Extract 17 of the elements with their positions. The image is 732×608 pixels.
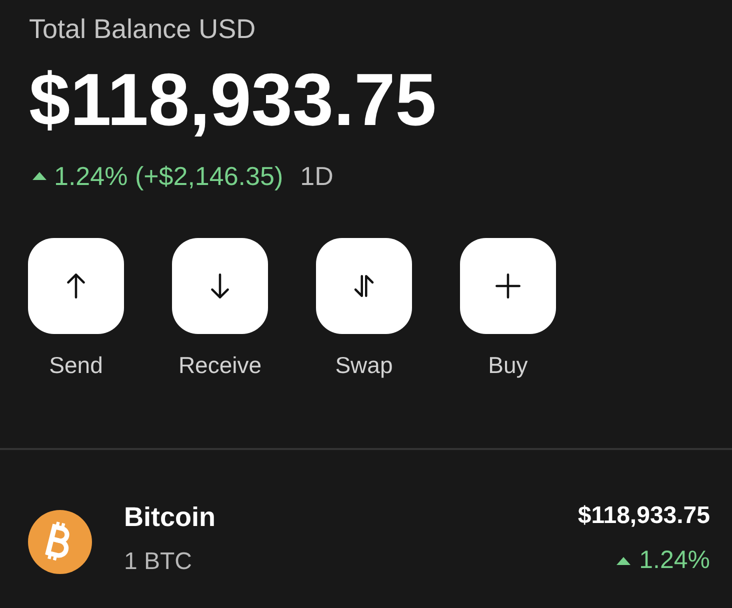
buy-button[interactable] <box>460 238 556 334</box>
receive-button[interactable] <box>172 238 268 334</box>
balance-label: Total Balance USD <box>29 16 256 43</box>
send-button[interactable] <box>28 238 124 334</box>
asset-change: 1.24% <box>639 548 710 573</box>
action-label: Buy <box>488 354 528 377</box>
balance-change: 1.24% (+$2,146.35) <box>54 163 284 189</box>
balance-amount: $118,933.75 <box>29 63 436 137</box>
action-label: Swap <box>335 354 393 377</box>
asset-name: Bitcoin <box>124 504 216 531</box>
asset-value: $118,933.75 <box>578 504 710 528</box>
bitcoin-coin-icon <box>28 510 92 574</box>
asset-quantity: 1 BTC <box>124 550 192 574</box>
action-label: Receive <box>178 354 262 377</box>
action-label: Send <box>49 354 103 377</box>
swap-button[interactable] <box>316 238 412 334</box>
period-label: 1D <box>300 163 334 189</box>
